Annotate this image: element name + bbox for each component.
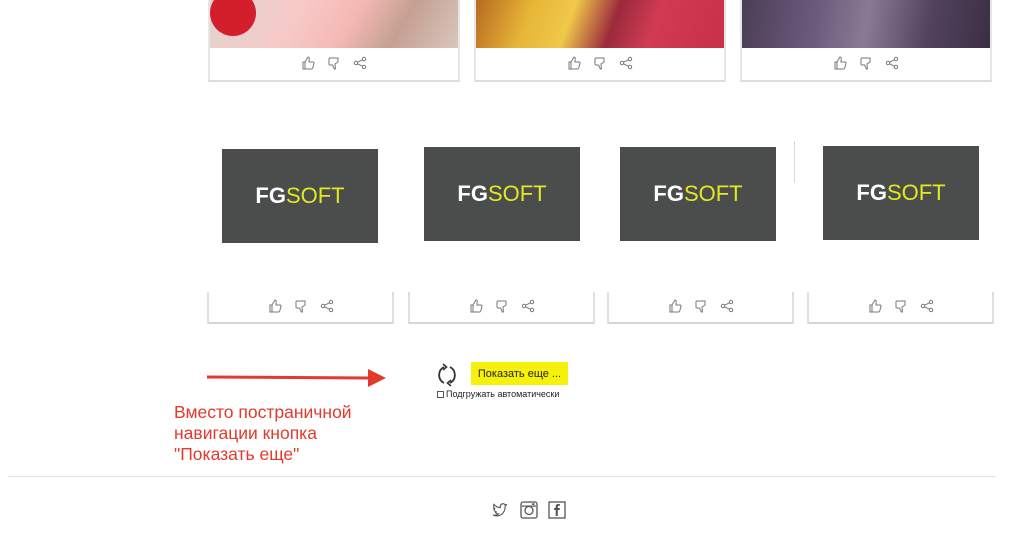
share-icon[interactable]: [353, 56, 367, 70]
divider: [794, 141, 795, 183]
share-icon[interactable]: [885, 56, 899, 70]
dislike-icon[interactable]: [327, 56, 341, 70]
annotation-note: Вместо постраничной навигации кнопка "По…: [174, 402, 394, 465]
logo-bold-text: FG: [255, 183, 286, 208]
logo-light-text: SOFT: [683, 181, 743, 206]
dislike-icon[interactable]: [593, 56, 607, 70]
logo-light-text: SOFT: [285, 183, 345, 208]
facebook-icon[interactable]: [547, 500, 567, 520]
card-actions-bar: [207, 292, 394, 324]
card-image[interactable]: [742, 0, 990, 48]
annotation-line: Вместо постраничной: [174, 402, 352, 422]
logo-bold-text: FG: [653, 181, 684, 206]
like-icon[interactable]: [868, 299, 882, 313]
fgsoft-logo[interactable]: FG SOFT: [222, 149, 378, 243]
social-links: [491, 500, 567, 520]
logo-bold-text: FG: [457, 181, 488, 206]
dislike-icon[interactable]: [859, 56, 873, 70]
top-card-2[interactable]: [474, 0, 726, 82]
instagram-icon[interactable]: [519, 500, 539, 520]
annotation-line: навигации кнопка: [174, 423, 317, 443]
share-icon[interactable]: [320, 299, 334, 313]
share-icon[interactable]: [720, 299, 734, 313]
auto-load-option[interactable]: Подгружать автоматически: [437, 389, 559, 399]
share-icon[interactable]: [619, 56, 633, 70]
share-icon[interactable]: [521, 299, 535, 313]
card-actions-bar: [607, 292, 794, 324]
card-image[interactable]: [210, 0, 458, 48]
top-card-1[interactable]: [208, 0, 460, 82]
footer-divider: [8, 476, 996, 477]
fgsoft-logo[interactable]: FG SOFT: [424, 147, 580, 241]
logo-light-text: SOFT: [487, 181, 547, 206]
like-icon[interactable]: [833, 56, 847, 70]
dislike-icon[interactable]: [294, 299, 308, 313]
top-card-3[interactable]: [740, 0, 992, 82]
like-icon[interactable]: [301, 56, 315, 70]
fgsoft-logo[interactable]: FG SOFT: [823, 146, 979, 240]
share-icon[interactable]: [920, 299, 934, 313]
annotation-arrow-icon: [206, 369, 386, 387]
annotation-line: "Показать еще": [174, 444, 300, 464]
like-icon[interactable]: [668, 299, 682, 313]
auto-load-label: Подгружать автоматически: [446, 389, 560, 399]
card-actions-bar: [807, 292, 994, 324]
show-more-button[interactable]: Показать еще ...: [471, 362, 568, 385]
logo-light-text: SOFT: [886, 180, 946, 205]
logo-bold-text: FG: [856, 180, 887, 205]
like-icon[interactable]: [268, 299, 282, 313]
dislike-icon[interactable]: [694, 299, 708, 313]
auto-load-checkbox[interactable]: [437, 390, 444, 398]
fgsoft-logo[interactable]: FG SOFT: [620, 147, 776, 241]
card-actions-bar: [408, 292, 595, 324]
like-icon[interactable]: [469, 299, 483, 313]
reload-icon: [434, 362, 460, 388]
like-icon[interactable]: [567, 56, 581, 70]
dislike-icon[interactable]: [495, 299, 509, 313]
twitter-icon[interactable]: [491, 500, 511, 520]
dislike-icon[interactable]: [894, 299, 908, 313]
card-image[interactable]: [476, 0, 724, 48]
